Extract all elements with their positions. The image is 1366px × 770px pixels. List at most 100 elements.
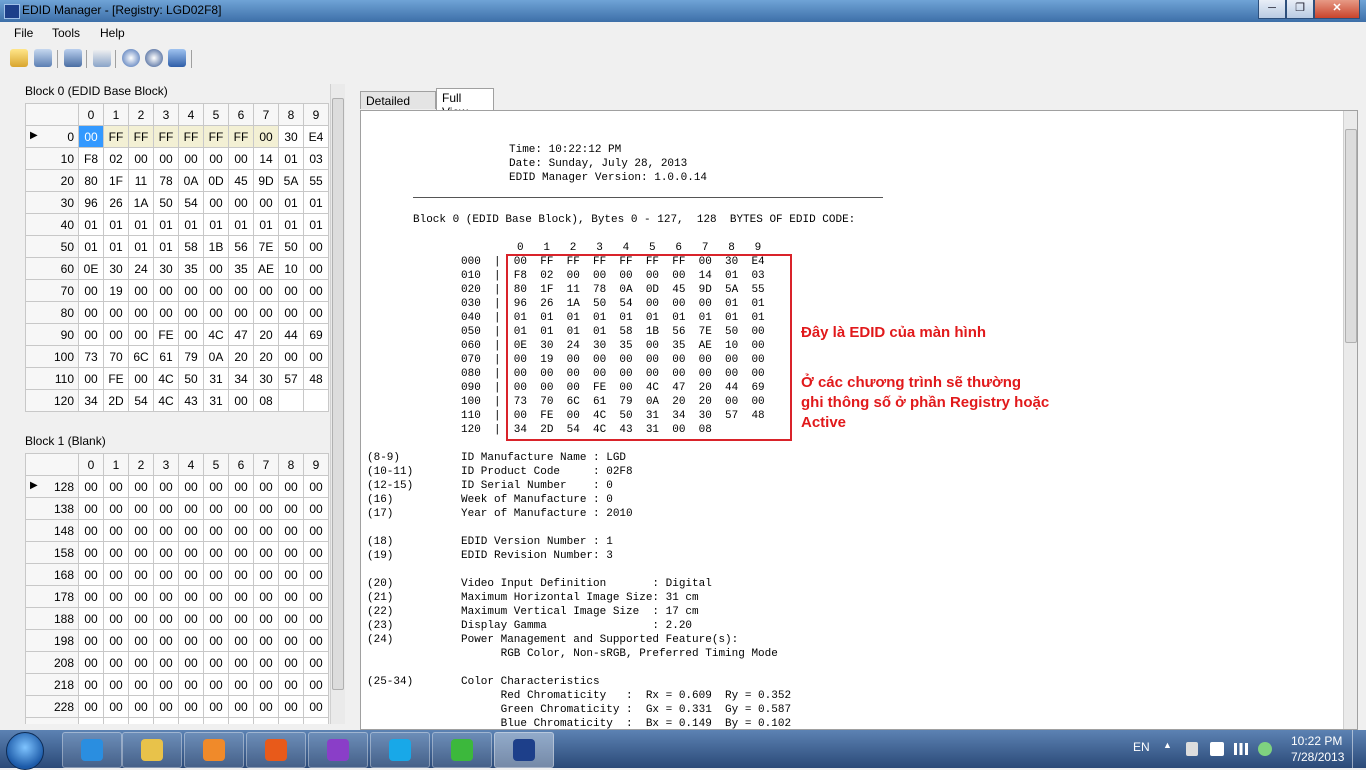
- hex-cell[interactable]: 30: [253, 367, 279, 390]
- hex-cell[interactable]: 00: [178, 607, 204, 630]
- hex-cell[interactable]: 00: [128, 323, 154, 346]
- hex-cell[interactable]: 00: [278, 651, 304, 674]
- hex-cell[interactable]: 00: [278, 301, 304, 324]
- hex-cell[interactable]: 00: [103, 541, 129, 564]
- hex-cell[interactable]: 19: [103, 279, 129, 302]
- hex-cell[interactable]: 30: [278, 125, 304, 148]
- hex-cell[interactable]: 80: [78, 169, 104, 192]
- hex-cell[interactable]: 00: [253, 519, 279, 542]
- action-center-icon[interactable]: [1186, 742, 1198, 756]
- hex-cell[interactable]: 00: [153, 475, 179, 498]
- hex-cell[interactable]: 00: [78, 475, 104, 498]
- hex-cell[interactable]: 2D: [103, 389, 129, 412]
- hex-cell[interactable]: 00: [253, 541, 279, 564]
- hex-cell[interactable]: 78: [153, 169, 179, 192]
- hex-cell[interactable]: 00: [228, 389, 254, 412]
- hex-cell[interactable]: 20: [228, 345, 254, 368]
- hex-cell[interactable]: 02: [103, 147, 129, 170]
- hex-cell[interactable]: 4C: [203, 323, 229, 346]
- hex-cell[interactable]: 00: [228, 607, 254, 630]
- hex-cell[interactable]: 00: [203, 147, 229, 170]
- hex-cell[interactable]: 01: [228, 213, 254, 236]
- hex-cell[interactable]: 00: [203, 563, 229, 586]
- hex-cell[interactable]: 00: [278, 585, 304, 608]
- hex-cell[interactable]: 00: [253, 585, 279, 608]
- hex-cell[interactable]: 01: [153, 235, 179, 258]
- hex-cell[interactable]: 96: [78, 191, 104, 214]
- hex-cell[interactable]: 6C: [128, 345, 154, 368]
- hex-cell[interactable]: 00: [153, 651, 179, 674]
- hex-cell[interactable]: 00: [153, 563, 179, 586]
- hex-cell[interactable]: 00: [203, 695, 229, 718]
- hex-cell[interactable]: 55: [303, 169, 329, 192]
- hex-cell[interactable]: 1B: [203, 235, 229, 258]
- hex-cell[interactable]: 00: [203, 651, 229, 674]
- hex-cell[interactable]: 00: [253, 607, 279, 630]
- hex-cell[interactable]: 79: [178, 345, 204, 368]
- hex-cell[interactable]: 01: [303, 213, 329, 236]
- hex-cell[interactable]: 00: [128, 563, 154, 586]
- hex-cell[interactable]: 00: [253, 475, 279, 498]
- open-folder-icon[interactable]: [10, 49, 28, 67]
- hex-cell[interactable]: 00: [178, 323, 204, 346]
- hex-cell[interactable]: 43: [178, 389, 204, 412]
- hex-cell[interactable]: FF: [153, 125, 179, 148]
- show-hidden-icons-icon[interactable]: ▲: [1163, 740, 1172, 750]
- hex-cell[interactable]: 56: [228, 235, 254, 258]
- hex-cell[interactable]: 00: [128, 301, 154, 324]
- hex-cell[interactable]: 00: [278, 497, 304, 520]
- hex-cell[interactable]: 9D: [253, 169, 279, 192]
- hex-cell[interactable]: 00: [78, 519, 104, 542]
- hex-cell[interactable]: 54: [178, 191, 204, 214]
- left-scrollbar[interactable]: [330, 84, 345, 724]
- hex-cell[interactable]: 00: [203, 585, 229, 608]
- hex-cell[interactable]: 50: [153, 191, 179, 214]
- start-button[interactable]: [6, 732, 44, 770]
- home-icon[interactable]: [168, 49, 186, 67]
- hex-cell[interactable]: 00: [203, 607, 229, 630]
- hex-cell[interactable]: 35: [228, 257, 254, 280]
- hex-cell[interactable]: 00: [78, 323, 104, 346]
- hex-cell[interactable]: 00: [203, 191, 229, 214]
- hex-cell[interactable]: 69: [303, 323, 329, 346]
- hex-cell[interactable]: 00: [128, 673, 154, 696]
- menu-file[interactable]: File: [14, 26, 33, 40]
- hex-cell[interactable]: 00: [253, 279, 279, 302]
- hex-cell[interactable]: 00: [203, 629, 229, 652]
- hex-cell[interactable]: 00: [178, 147, 204, 170]
- hex-cell[interactable]: 00: [153, 279, 179, 302]
- hex-cell[interactable]: 00: [228, 651, 254, 674]
- hex-cell[interactable]: 00: [178, 475, 204, 498]
- hex-cell[interactable]: 45: [228, 169, 254, 192]
- content-scrollbar[interactable]: [1343, 111, 1357, 729]
- hex-cell[interactable]: 00: [103, 673, 129, 696]
- hex-cell[interactable]: 01: [253, 213, 279, 236]
- hex-cell[interactable]: F8: [78, 147, 104, 170]
- hex-cell[interactable]: 00: [178, 519, 204, 542]
- hex-cell[interactable]: FE: [103, 367, 129, 390]
- language-indicator[interactable]: EN: [1133, 740, 1150, 754]
- hex-cell[interactable]: 00: [128, 585, 154, 608]
- hex-cell[interactable]: 54: [128, 389, 154, 412]
- hex-cell[interactable]: 00: [78, 629, 104, 652]
- hex-cell[interactable]: 00: [228, 541, 254, 564]
- hex-cell[interactable]: 01: [128, 213, 154, 236]
- hex-cell[interactable]: 00: [253, 651, 279, 674]
- maximize-button[interactable]: ❐: [1286, 0, 1314, 19]
- hex-cell[interactable]: 31: [203, 389, 229, 412]
- hex-cell[interactable]: 0A: [203, 345, 229, 368]
- hex-cell[interactable]: 44: [278, 323, 304, 346]
- hex-cell[interactable]: 00: [253, 497, 279, 520]
- hex-cell[interactable]: 10: [278, 257, 304, 280]
- clock-date[interactable]: 7/28/2013: [1291, 750, 1344, 764]
- hex-cell[interactable]: 31: [203, 367, 229, 390]
- hex-cell[interactable]: 0A: [178, 169, 204, 192]
- hex-cell[interactable]: 00: [228, 695, 254, 718]
- hex-cell[interactable]: 01: [103, 213, 129, 236]
- hex-cell[interactable]: 00: [228, 497, 254, 520]
- hex-cell[interactable]: 00: [278, 695, 304, 718]
- hex-cell[interactable]: 00: [278, 279, 304, 302]
- tab-full-view[interactable]: Full View: [436, 88, 494, 119]
- hex-cell[interactable]: 00: [78, 673, 104, 696]
- hex-cell[interactable]: 5A: [278, 169, 304, 192]
